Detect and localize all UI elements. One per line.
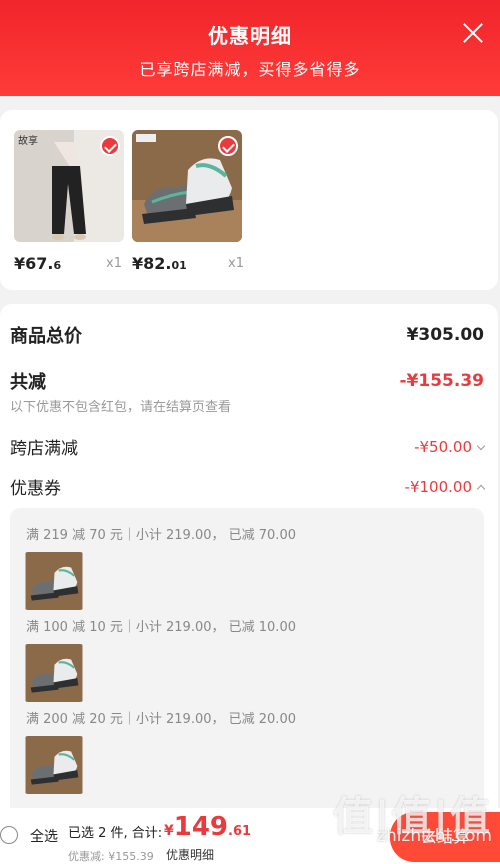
page-title: 优惠明细 [208, 24, 292, 48]
coupon-row[interactable]: 优惠券 -¥100.00 [10, 474, 486, 499]
selected-check-icon[interactable] [218, 136, 238, 156]
brand-label: 故享 [18, 134, 38, 147]
selected-count: 已选 2 件, 合计: [68, 826, 163, 841]
reduce-row: 共减 -¥155.39 [10, 368, 484, 394]
total-amount: ¥149.61 [164, 812, 252, 842]
coupon-product-thumb[interactable] [24, 736, 84, 794]
coupon-product-thumb[interactable] [24, 552, 84, 610]
coupon-line: 满 219 减 70 元｜小计 219.00， 已减 70.00 [26, 528, 296, 543]
product-card-pants[interactable]: 故享 ¥67.6 x1 [14, 130, 124, 273]
close-icon[interactable] [460, 20, 486, 46]
cross-store-row[interactable]: 跨店满减 -¥50.00 [10, 434, 486, 459]
coupon-product-thumb[interactable] [24, 644, 84, 702]
header: 优惠明细 已享跨店满减，买得多省得多 [0, 0, 500, 96]
reduce-note: 以下优惠不包含红包，请在结算页查看 [10, 400, 232, 415]
reduce-value: -¥155.39 [399, 371, 485, 391]
product-qty: x1 [228, 256, 244, 271]
discount-detail-link[interactable]: 优惠明细 [166, 846, 214, 863]
watermark-site: zhizhizhi.com [377, 826, 492, 846]
total-price-label: 商品总价 [10, 326, 82, 347]
coupon-label: 优惠券 [10, 479, 61, 499]
select-all-radio[interactable] [0, 826, 18, 844]
product-image[interactable]: 故享 [14, 130, 124, 242]
chevron-up-icon[interactable] [476, 484, 486, 493]
reduce-label: 共减 [10, 372, 46, 393]
chevron-down-icon[interactable] [476, 441, 486, 450]
cross-store-value: -¥50.00 [414, 438, 472, 456]
page-subtitle: 已享跨店满减，买得多省得多 [139, 60, 361, 79]
select-all-label[interactable]: 全选 [30, 826, 58, 846]
product-image[interactable] [132, 130, 242, 242]
selected-check-icon[interactable] [100, 136, 120, 156]
coupon-value: -¥100.00 [404, 478, 472, 496]
product-price: ¥82.01 [132, 254, 187, 273]
product-list: 故享 ¥67.6 x1 ¥82.01 x1 [0, 110, 498, 290]
discount-summary: 优惠减: ¥155.39 [68, 850, 154, 863]
total-price-row: 商品总价 ¥305.00 [10, 322, 484, 348]
coupon-line: 满 200 减 20 元｜小计 219.00， 已减 20.00 [26, 712, 296, 727]
total-price-value: ¥305.00 [406, 325, 484, 345]
cross-store-label: 跨店满减 [10, 439, 78, 459]
product-card-shoes[interactable]: ¥82.01 x1 [132, 130, 244, 273]
product-price: ¥67.6 [14, 254, 62, 273]
discount-detail: 商品总价 ¥305.00 共减 -¥155.39 以下优惠不包含红包，请在结算页… [0, 304, 498, 838]
coupon-line: 满 100 减 10 元｜小计 219.00， 已减 10.00 [26, 620, 296, 635]
product-qty: x1 [106, 256, 122, 271]
